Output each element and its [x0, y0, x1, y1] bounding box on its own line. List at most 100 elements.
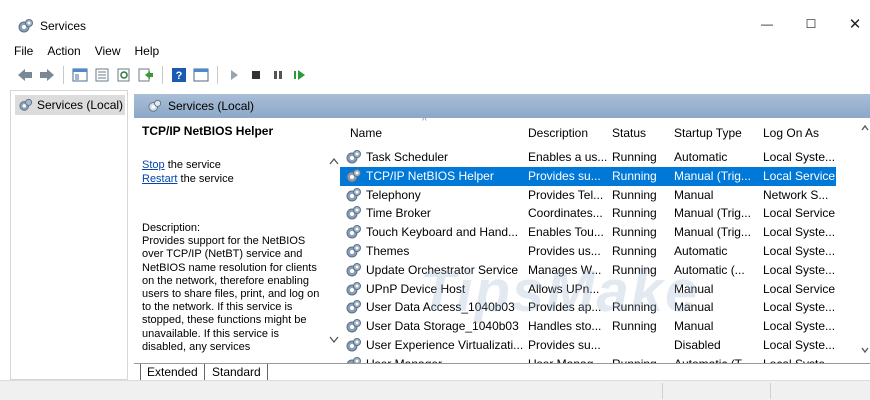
menu-help[interactable]: Help — [135, 44, 160, 58]
services-gear-icon — [18, 19, 33, 33]
restart-link[interactable]: Restart — [142, 173, 177, 185]
service-log-on-as: Local Syste... — [763, 150, 836, 164]
start-icon[interactable] — [225, 66, 243, 84]
tree-item-services-local[interactable]: Services (Local) — [15, 95, 125, 115]
service-startup-type: Automatic — [674, 150, 728, 164]
service-row[interactable]: User Experience Virtualizati... Provides … — [340, 336, 836, 355]
stop-suffix: the service — [164, 159, 221, 171]
list-header: ^ Name Description Status Startup Type L… — [340, 118, 870, 146]
console-tree-icon[interactable] — [71, 66, 89, 84]
service-name: TCP/IP NetBIOS Helper — [366, 168, 494, 183]
status-bar — [0, 380, 870, 400]
service-row[interactable]: TCP/IP NetBIOS Helper Provides su... Runni… — [340, 166, 836, 186]
list-scrollbar[interactable] — [860, 118, 870, 363]
service-name: Update Orchestrator Service — [366, 262, 519, 277]
column-header-startup-type[interactable]: Startup Type — [674, 126, 742, 140]
service-log-on-as: Local Syste... — [763, 300, 836, 315]
export-icon[interactable] — [137, 66, 155, 84]
service-gear-icon — [346, 206, 361, 220]
service-row[interactable]: Telephony Provides Tel... Running Manual Net… — [340, 186, 836, 205]
description-scrollbar[interactable] — [328, 118, 340, 363]
service-row[interactable]: Time Broker Coordinates... Running Manual (… — [340, 204, 836, 223]
stop-link[interactable]: Stop — [142, 159, 165, 171]
service-startup-type: Disabled — [674, 338, 721, 352]
scroll-up-arrow-icon — [329, 157, 339, 165]
sort-ascending-icon: ^ — [422, 118, 427, 127]
stop-icon[interactable] — [247, 66, 265, 84]
column-header-log-on-as[interactable]: Log On As — [763, 126, 819, 140]
service-log-on-as: Local Service — [763, 206, 836, 221]
title-bar: Services — ☐ ✕ — [0, 0, 870, 40]
service-row[interactable]: User ManagerUser Manag...RunningAutomati… — [340, 355, 836, 363]
service-name: Task Scheduler — [366, 150, 449, 164]
service-gear-icon — [346, 300, 361, 314]
pause-icon[interactable] — [269, 66, 287, 84]
maximize-button[interactable]: ☐ — [796, 12, 826, 36]
description-pane: TCP/IP NetBIOS Helper Stop the service R… — [134, 118, 334, 363]
help-icon[interactable]: ? — [170, 66, 188, 84]
service-row[interactable]: Task Scheduler Enables a us... Running Auto… — [340, 148, 836, 167]
service-actions: Stop the service Restart the service — [142, 158, 326, 186]
menu-view[interactable]: View — [95, 44, 121, 58]
service-description: Allows UPn... — [528, 281, 600, 296]
service-row[interactable]: User Data Access_1040b03 Provides ap... Ru… — [340, 298, 836, 317]
service-description: Provides ap... — [528, 300, 602, 315]
service-description: Provides su... — [528, 338, 601, 352]
service-name: User Data Storage_1040b03 — [366, 319, 519, 334]
scroll-up-arrow-icon — [861, 124, 869, 131]
service-row[interactable]: UPnP Device Host Allows UPn... Manual Local… — [340, 280, 836, 299]
service-startup-type: Manual (Trig... — [674, 225, 751, 240]
service-gear-icon — [346, 319, 361, 333]
minimize-button[interactable]: — — [752, 12, 782, 36]
column-header-name[interactable]: Name — [350, 126, 382, 140]
window-title: Services — [40, 19, 87, 33]
service-startup-type: Automatic (... — [674, 262, 745, 277]
service-gear-icon — [346, 187, 361, 202]
service-description: Enables Tou... — [528, 225, 604, 240]
status-divider — [770, 383, 771, 399]
tree-item-label: Services (Local) — [37, 98, 124, 112]
service-name: Time Broker — [366, 206, 431, 221]
service-startup-type: Manual — [674, 319, 714, 334]
service-description: Handles sto... — [528, 319, 602, 334]
service-name: Telephony — [366, 187, 421, 202]
tab-extended[interactable]: Extended — [140, 364, 205, 381]
service-log-on-as: Local Syste... — [763, 319, 836, 334]
toolbar-separator — [162, 66, 163, 84]
service-row[interactable]: Touch Keyboard and Hand... Enables Tou...… — [340, 223, 836, 242]
properties-icon[interactable] — [93, 66, 111, 84]
panel-header: Services (Local) — [134, 94, 870, 118]
service-description: Description: Provides support for the Ne… — [142, 222, 326, 354]
services-list: ^ Name Description Status Startup Type L… — [340, 118, 870, 363]
menu-action[interactable]: Action — [47, 44, 80, 58]
column-header-status[interactable]: Status — [612, 126, 646, 140]
panel-header-title: Services (Local) — [168, 99, 255, 113]
services-gear-icon — [148, 99, 162, 112]
menu-file[interactable]: File — [14, 44, 33, 58]
restart-icon[interactable] — [291, 66, 309, 84]
column-header-description[interactable]: Description — [528, 126, 588, 140]
service-status: Running — [612, 150, 657, 164]
service-gear-icon — [346, 262, 361, 277]
service-description: Provides Tel... — [528, 187, 604, 202]
service-status: Running — [612, 319, 657, 334]
service-startup-type: Manual — [674, 187, 714, 202]
view-icon[interactable] — [192, 66, 210, 84]
service-name: UPnP Device Host — [366, 281, 466, 296]
service-row[interactable]: User Data Storage_1040b03 Handles sto... R… — [340, 317, 836, 336]
close-button[interactable]: ✕ — [840, 12, 870, 36]
service-name: User Data Access_1040b03 — [366, 300, 515, 315]
toolbar-separator — [217, 66, 218, 84]
refresh-icon[interactable] — [115, 66, 133, 84]
service-log-on-as: Local Syste... — [763, 262, 836, 277]
back-icon[interactable] — [16, 66, 34, 84]
forward-icon[interactable] — [38, 66, 56, 84]
service-row[interactable]: Themes Provides us... Running Automatic Loca… — [340, 242, 836, 261]
service-name: User Experience Virtualizati... — [366, 338, 524, 352]
tab-standard[interactable]: Standard — [206, 364, 268, 381]
service-gear-icon — [346, 244, 361, 258]
svg-text:?: ? — [176, 70, 183, 82]
toolbar-separator — [63, 66, 64, 84]
console-tree: Services (Local) — [10, 90, 128, 380]
service-row[interactable]: Update Orchestrator Service Manages W... R… — [340, 261, 836, 280]
